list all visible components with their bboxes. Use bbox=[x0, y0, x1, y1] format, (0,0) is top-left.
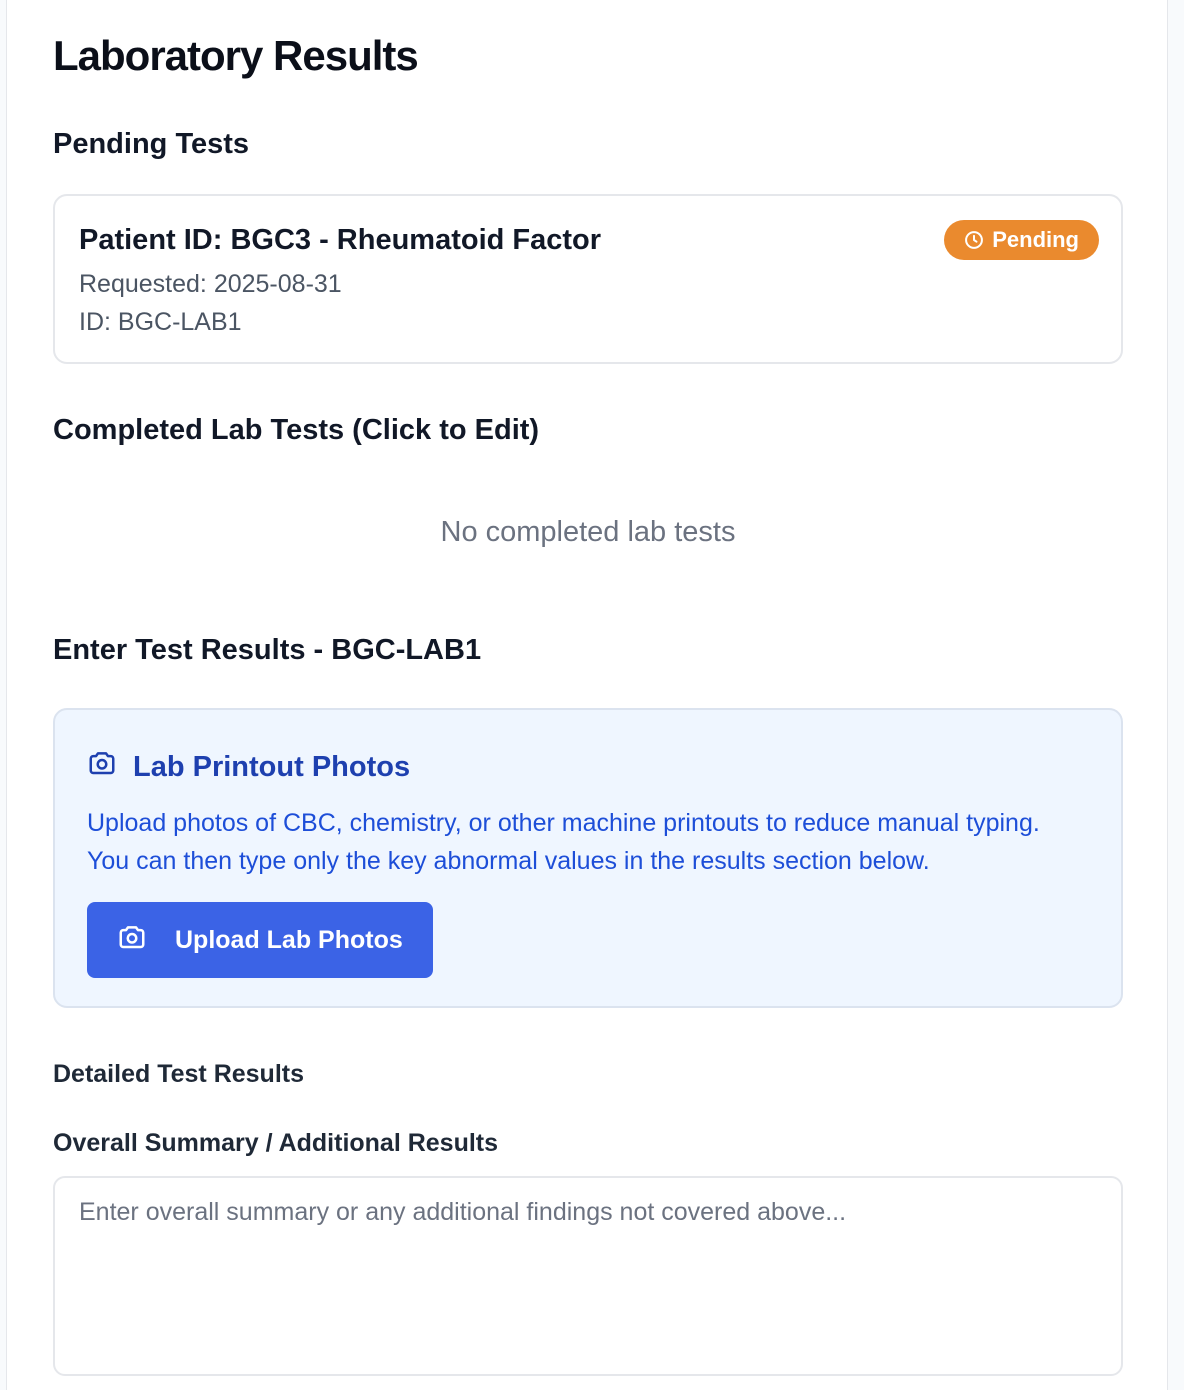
status-badge-label: Pending bbox=[992, 227, 1079, 252]
clock-icon bbox=[964, 230, 984, 250]
lab-photos-panel: Lab Printout Photos Upload photos of CBC… bbox=[53, 708, 1123, 1008]
empty-state-text: No completed lab tests bbox=[440, 516, 736, 548]
detailed-results-label: Detailed Test Results bbox=[53, 1060, 305, 1088]
pending-tests-heading: Pending Tests bbox=[53, 128, 250, 160]
status-badge: Pending bbox=[944, 220, 1099, 260]
camera-icon bbox=[87, 748, 117, 786]
lab-photos-description: Upload photos of CBC, chemistry, or othe… bbox=[87, 809, 1040, 875]
completed-tests-heading: Completed Lab Tests (Click to Edit) bbox=[53, 414, 540, 446]
upload-lab-photos-label: Upload Lab Photos bbox=[175, 925, 403, 954]
pending-test-card[interactable]: Patient ID: BGC3 - Rheumatoid Factor Req… bbox=[53, 194, 1123, 364]
lab-photos-title: Lab Printout Photos bbox=[133, 750, 411, 783]
summary-label: Overall Summary / Additional Results bbox=[53, 1129, 499, 1157]
camera-icon bbox=[117, 922, 147, 959]
upload-lab-photos-button[interactable]: Upload Lab Photos bbox=[87, 902, 433, 978]
enter-results-heading: Enter Test Results - BGC-LAB1 bbox=[53, 634, 482, 666]
summary-textarea[interactable] bbox=[53, 1176, 1123, 1376]
pending-test-id: ID: BGC-LAB1 bbox=[79, 308, 242, 336]
page-title: Laboratory Results bbox=[53, 32, 419, 79]
pending-test-requested: Requested: 2025-08-31 bbox=[79, 270, 342, 298]
pending-test-title: Patient ID: BGC3 - Rheumatoid Factor bbox=[79, 224, 602, 256]
lab-results-card: Laboratory Results Pending Tests Patient… bbox=[6, 0, 1168, 1390]
lab-photos-title-row: Lab Printout Photos bbox=[87, 748, 410, 786]
